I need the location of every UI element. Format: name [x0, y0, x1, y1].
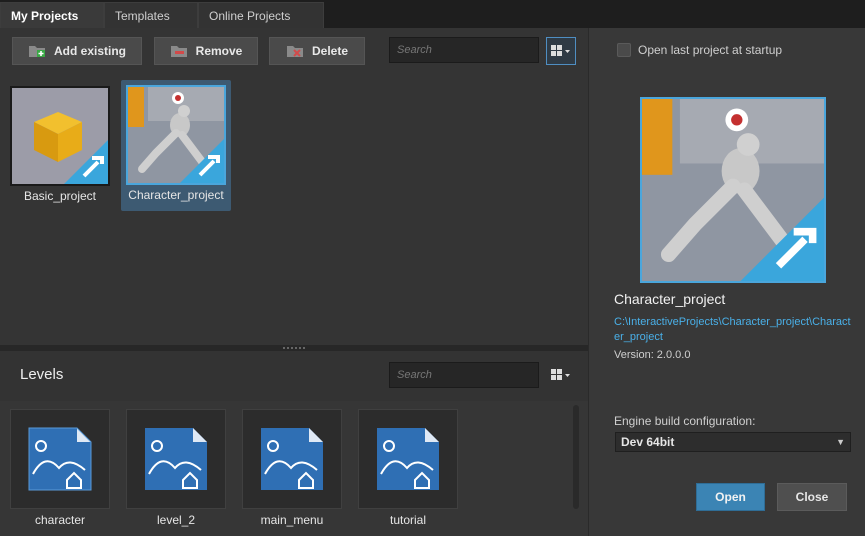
- grid-view-icon: [551, 45, 570, 56]
- delete-button[interactable]: Delete: [269, 37, 365, 65]
- project-details-panel: Open last project at startup Character_p…: [588, 28, 865, 536]
- level-thumbnail: [126, 409, 226, 509]
- level-blueprint-icon: [145, 428, 207, 490]
- levels-grid: character level_2 main_menu tutorial: [0, 401, 588, 536]
- add-existing-label: Add existing: [53, 44, 126, 58]
- cube-thumbnail-icon: [12, 88, 108, 184]
- remove-button[interactable]: Remove: [154, 37, 258, 65]
- tab-online-projects[interactable]: Online Projects (15): [198, 2, 324, 49]
- tab-templates[interactable]: Templates (8): [104, 2, 198, 49]
- project-name-label: Basic_project: [23, 189, 97, 203]
- level-blueprint-icon: [261, 428, 323, 490]
- delete-folder-icon: [286, 46, 303, 57]
- splitter-grip: [283, 347, 305, 349]
- selected-project-preview: [640, 97, 826, 283]
- engine-config-value: Dev 64bit: [621, 435, 675, 449]
- level-tile-character[interactable]: character: [10, 409, 110, 531]
- project-tile-basic[interactable]: Basic_project: [5, 81, 115, 212]
- projects-toolbar: Add existing Remove Delete Search: [0, 28, 588, 72]
- level-name-label: tutorial: [389, 513, 427, 527]
- selected-project-name: Character_project: [614, 291, 726, 307]
- level-thumbnail: [242, 409, 342, 509]
- level-name-label: character: [34, 513, 86, 527]
- character-project-thumbnail: [126, 85, 226, 185]
- level-name-label: level_2: [156, 513, 196, 527]
- level-name-label: main_menu: [260, 513, 324, 527]
- projects-view-toggle[interactable]: [546, 37, 576, 65]
- levels-header: Levels Search: [0, 351, 588, 401]
- open-last-project-label: Open last project at startup: [638, 43, 783, 57]
- levels-search-input[interactable]: Search: [389, 362, 539, 388]
- levels-scrollbar[interactable]: [573, 405, 579, 509]
- level-thumbnail: [10, 409, 110, 509]
- project-tile-character[interactable]: Character_project: [121, 80, 231, 211]
- open-last-project-checkbox[interactable]: [617, 43, 631, 57]
- engine-config-label: Engine build configuration:: [614, 414, 756, 428]
- basic-project-thumbnail: [10, 86, 110, 186]
- chevron-down-icon: ▼: [836, 437, 845, 447]
- level-blueprint-icon: [377, 428, 439, 490]
- character-thumbnail-icon: [128, 87, 224, 183]
- engine-config-select[interactable]: Dev 64bit ▼: [615, 432, 851, 452]
- levels-title: Levels: [20, 366, 64, 383]
- level-thumbnail: [358, 409, 458, 509]
- selected-project-path-link[interactable]: C:\InteractiveProjects\Character_project…: [614, 315, 854, 345]
- add-folder-icon: [28, 46, 45, 57]
- search-placeholder: Search: [397, 44, 432, 56]
- open-button-label: Open: [715, 490, 746, 504]
- level-tile-main-menu[interactable]: main_menu: [242, 409, 342, 531]
- tab-my-projects[interactable]: My Projects (2): [0, 2, 104, 49]
- grid-view-icon: [551, 369, 570, 380]
- delete-label: Delete: [311, 44, 349, 58]
- projects-search-input[interactable]: Search: [389, 37, 539, 63]
- character-preview-image: [642, 99, 824, 281]
- remove-label: Remove: [195, 44, 243, 58]
- tab-bar: My Projects (2) Templates (8) Online Pro…: [0, 0, 588, 49]
- open-button[interactable]: Open: [696, 483, 765, 511]
- right-top-bar: [588, 0, 865, 28]
- close-button-label: Close: [795, 490, 829, 504]
- projects-panel: Add existing Remove Delete Search Basic_…: [0, 28, 588, 536]
- add-existing-button[interactable]: Add existing: [12, 37, 142, 65]
- search-placeholder: Search: [397, 369, 432, 381]
- level-tile-tutorial[interactable]: tutorial: [358, 409, 458, 531]
- project-name-label: Character_project: [128, 188, 224, 202]
- close-button[interactable]: Close: [777, 483, 847, 511]
- level-tile-level-2[interactable]: level_2: [126, 409, 226, 531]
- projects-grid: Basic_project Character_project: [0, 72, 588, 345]
- levels-view-toggle[interactable]: [546, 361, 576, 389]
- selected-project-version: Version: 2.0.0.0: [614, 349, 691, 361]
- level-blueprint-icon: [28, 427, 92, 491]
- remove-folder-icon: [170, 46, 187, 57]
